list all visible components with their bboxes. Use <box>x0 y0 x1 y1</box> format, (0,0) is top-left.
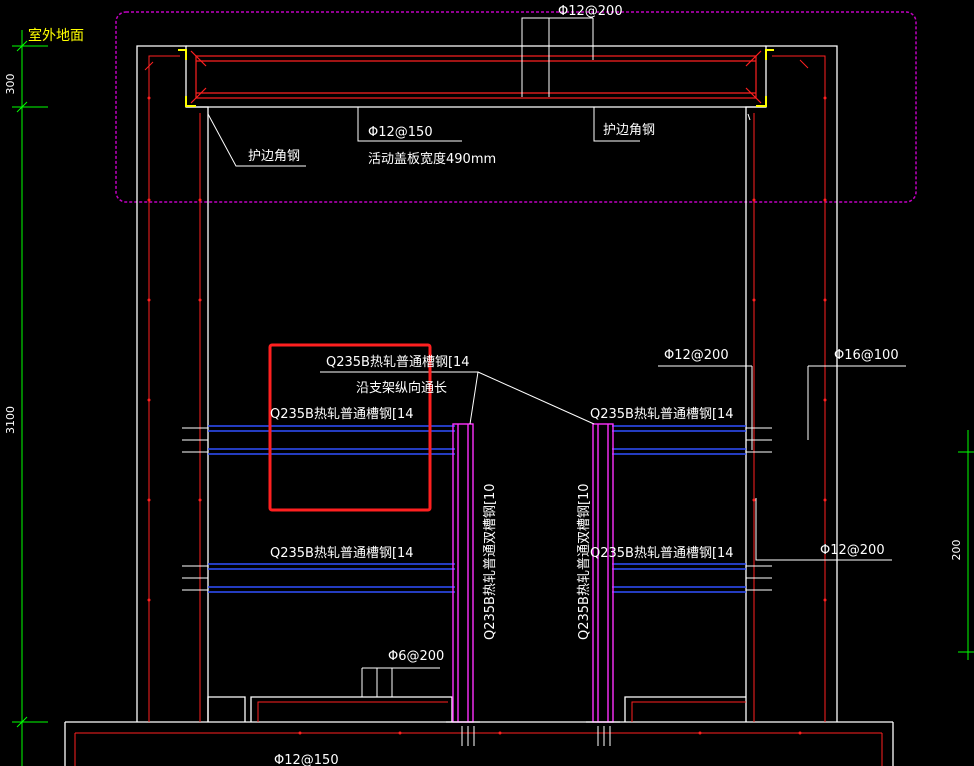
wall-rebar-left <box>144 55 201 722</box>
dimension-300: 300 <box>4 74 17 95</box>
label-angle-right: 护边角钢 <box>603 123 655 138</box>
label-cover-rebar: Φ12@150 <box>368 125 433 140</box>
wall-rebar-right <box>753 55 826 722</box>
column-left <box>452 423 474 723</box>
label-column-left: Q235B热轧普通双槽钢[10 <box>483 483 498 640</box>
label-beam-lower-right: Q235B热轧普通槽钢[14 <box>590 546 734 561</box>
label-cover-width: 活动盖板宽度490mm <box>368 151 496 167</box>
label-floor-rebar: Φ6@200 <box>388 649 444 664</box>
leader-lines <box>207 17 906 697</box>
label-longitudinal-channel: Q235B热轧普通槽钢[14 <box>326 355 470 370</box>
label-angle-left: 护边角钢 <box>248 149 300 164</box>
label-wall-rebar: Φ12@200 <box>664 348 729 363</box>
column-right <box>592 423 614 723</box>
label-longitudinal-note: 沿支架纵向通长 <box>356 380 447 396</box>
dimension-200: 200 <box>950 540 963 561</box>
label-wall-side-rebar: Φ12@200 <box>820 543 885 558</box>
label-top-rebar: Φ12@200 <box>558 4 623 19</box>
label-wall-outer-rebar: Φ16@100 <box>834 348 899 363</box>
base-rebar <box>74 701 883 766</box>
structural-section-drawing: 300 3100 200 室外地面 Φ12@200 Φ12@150 活动盖板宽度… <box>4 4 974 766</box>
label-beam-upper-left: Q235B热轧普通槽钢[14 <box>270 407 414 422</box>
cover-slab-rebar <box>190 50 762 104</box>
dimension-chain-left <box>12 30 48 766</box>
label-beam-upper-right: Q235B热轧普通槽钢[14 <box>590 407 734 422</box>
ground-label: 室外地面 <box>28 27 84 44</box>
label-column-right: Q235B热轧普通双槽钢[10 <box>577 483 592 640</box>
label-base-rebar: Φ12@150 <box>274 753 339 766</box>
dimension-3100: 3100 <box>4 406 17 434</box>
label-beam-lower-left: Q235B热轧普通槽钢[14 <box>270 546 414 561</box>
